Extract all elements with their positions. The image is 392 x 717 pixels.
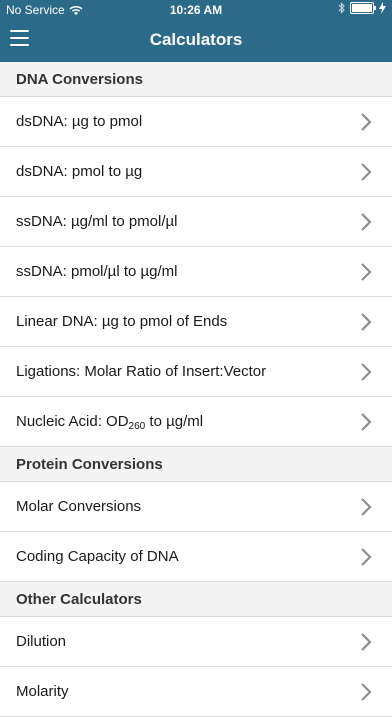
section-header-other: Other Calculators	[0, 582, 392, 617]
chevron-right-icon	[361, 547, 372, 566]
list-item-label: Molar Conversions	[16, 498, 142, 515]
calculator-list: DNA Conversions dsDNA: µg to pmol dsDNA:…	[0, 62, 392, 717]
chevron-right-icon	[361, 262, 372, 281]
list-item-label: Ligations: Molar Ratio of Insert:Vector	[16, 363, 267, 380]
nav-bar: Calculators	[0, 20, 392, 62]
charging-icon	[379, 2, 386, 14]
list-item-label: Molarity	[16, 683, 69, 700]
chevron-right-icon	[361, 632, 372, 651]
chevron-right-icon	[361, 682, 372, 701]
list-item-coding-capacity[interactable]: Coding Capacity of DNA	[0, 532, 392, 582]
od-label-subscript: 260	[128, 421, 146, 432]
section-header-protein: Protein Conversions	[0, 447, 392, 482]
list-item-label: Dilution	[16, 633, 67, 650]
chevron-right-icon	[361, 362, 372, 381]
list-item-label: ssDNA: µg/ml to pmol/µl	[16, 213, 178, 230]
chevron-right-icon	[361, 212, 372, 231]
page-title: Calculators	[149, 30, 243, 49]
list-item-linear-dna-ends[interactable]: Linear DNA: µg to pmol of Ends	[0, 297, 392, 347]
list-item-nucleic-acid-od260[interactable]: Nucleic Acid: OD260 to µg/ml	[0, 397, 392, 447]
list-item-label: Nucleic Acid: OD260 to µg/ml	[16, 413, 204, 432]
battery-icon	[350, 2, 376, 14]
chevron-right-icon	[361, 162, 372, 181]
list-item-label: dsDNA: µg to pmol	[16, 113, 143, 130]
od-label-prefix: Nucleic Acid: OD	[16, 413, 129, 430]
list-item-dilution[interactable]: Dilution	[0, 617, 392, 667]
status-right	[333, 2, 386, 14]
list-item-dsdna-ug-to-pmol[interactable]: dsDNA: µg to pmol	[0, 97, 392, 147]
chevron-right-icon	[361, 112, 372, 131]
top-bar: No Service 10:26 AM Calculators	[0, 0, 392, 62]
bluetooth-icon	[338, 2, 345, 14]
status-bar: No Service 10:26 AM	[0, 0, 392, 20]
list-item-molarity[interactable]: Molarity	[0, 667, 392, 717]
section-header-dna: DNA Conversions	[0, 62, 392, 97]
list-item-label: Coding Capacity of DNA	[16, 548, 179, 565]
chevron-right-icon	[361, 497, 372, 516]
list-item-label: ssDNA: pmol/µl to µg/ml	[16, 263, 178, 280]
list-item-ligations-molar-ratio[interactable]: Ligations: Molar Ratio of Insert:Vector	[0, 347, 392, 397]
chevron-right-icon	[361, 312, 372, 331]
od-label-suffix: to µg/ml	[145, 413, 204, 430]
list-item-ssdna-ugml-to-pmolul[interactable]: ssDNA: µg/ml to pmol/µl	[0, 197, 392, 247]
list-item-label: Linear DNA: µg to pmol of Ends	[16, 313, 228, 330]
chevron-right-icon	[361, 412, 372, 431]
list-item-label: dsDNA: pmol to µg	[16, 163, 143, 180]
list-item-dsdna-pmol-to-ug[interactable]: dsDNA: pmol to µg	[0, 147, 392, 197]
list-item-molar-conversions[interactable]: Molar Conversions	[0, 482, 392, 532]
list-item-ssdna-pmolul-to-ugml[interactable]: ssDNA: pmol/µl to µg/ml	[0, 247, 392, 297]
